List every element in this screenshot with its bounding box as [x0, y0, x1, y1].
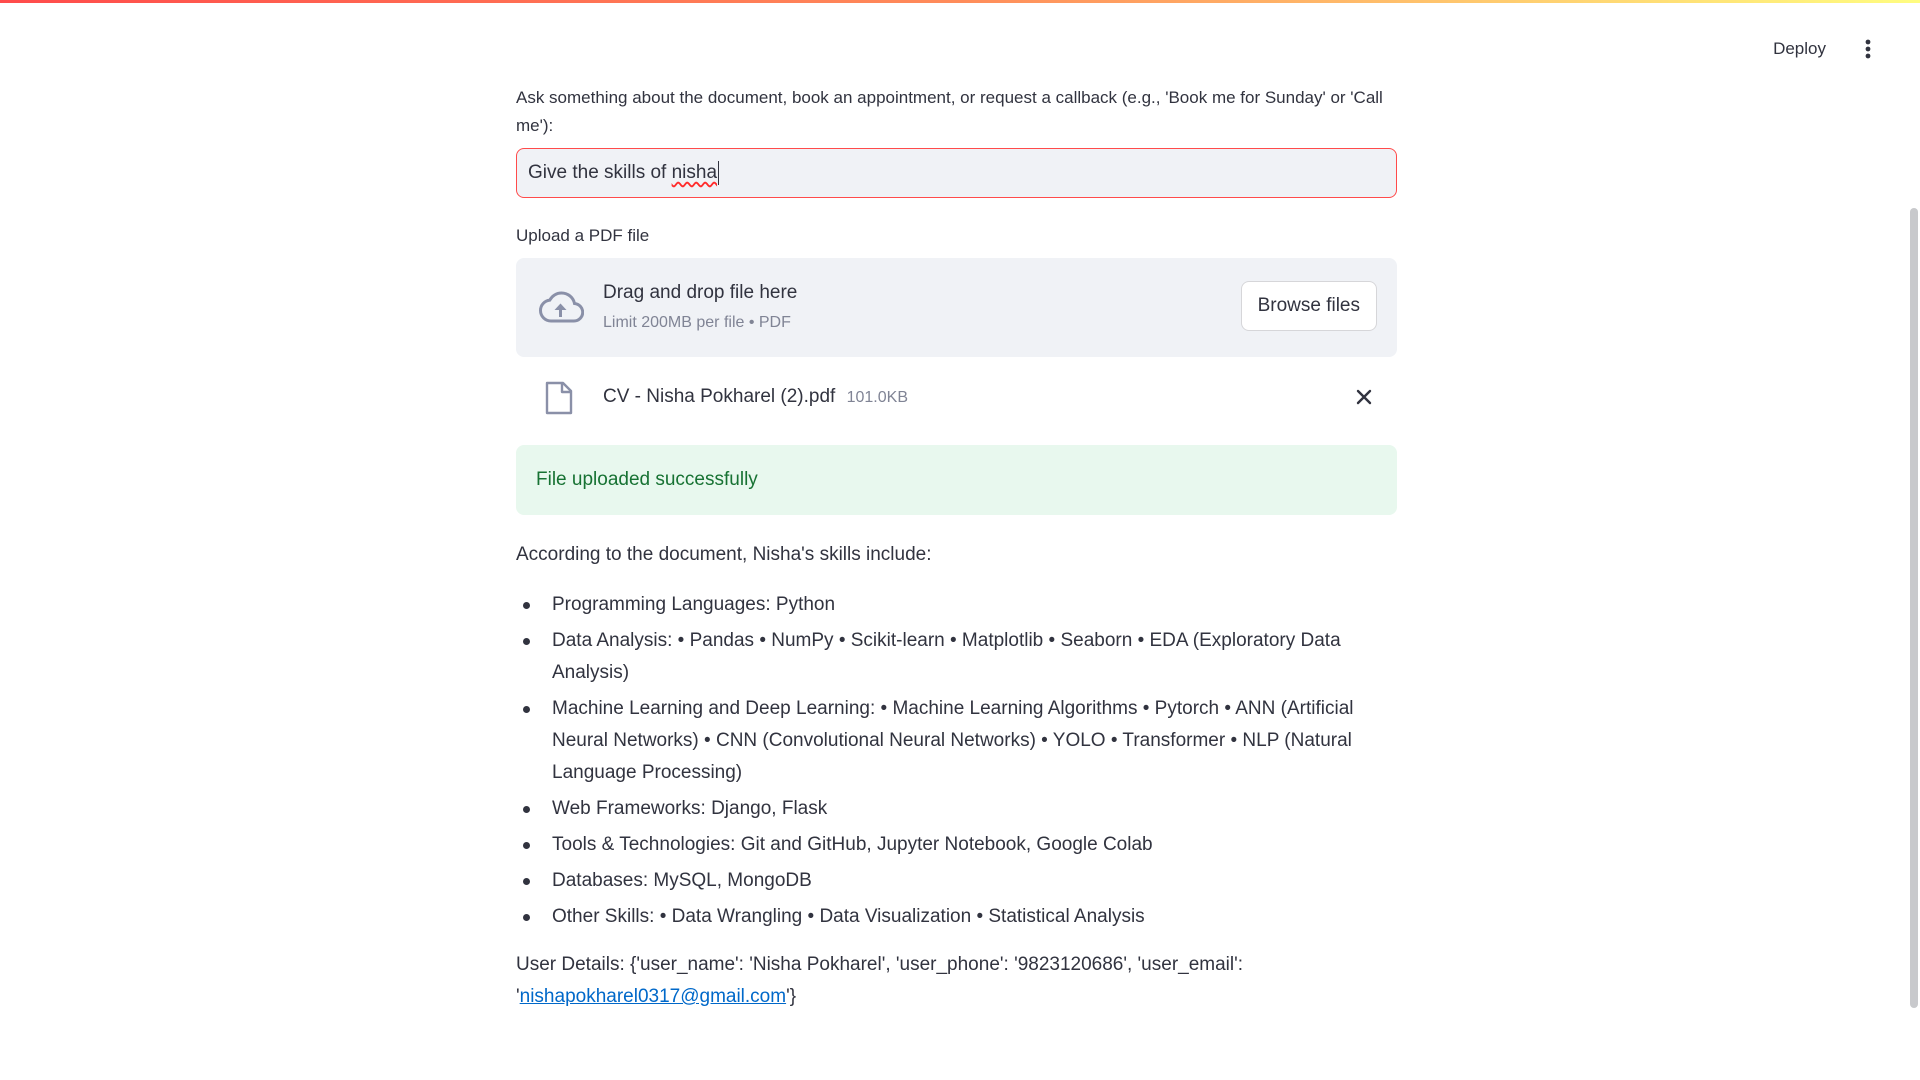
- main-menu-button[interactable]: [1852, 33, 1884, 65]
- query-input-text: Give the skills of: [528, 162, 672, 183]
- list-item: Databases: MySQL, MongoDB: [516, 865, 1397, 897]
- list-item: Web Frameworks: Django, Flask: [516, 793, 1397, 825]
- upload-success-alert: File uploaded successfully: [516, 445, 1397, 515]
- uploaded-file-name-line: CV - Nisha Pokharel (2).pdf 101.0KB: [603, 383, 908, 412]
- skills-list: Programming Languages: Python Data Analy…: [516, 589, 1397, 933]
- user-details-suffix: '}: [786, 986, 797, 1007]
- deploy-button[interactable]: Deploy: [1759, 31, 1840, 67]
- page-scrollbar[interactable]: [1910, 208, 1918, 1008]
- list-item: Other Skills: • Data Wrangling • Data Vi…: [516, 901, 1397, 933]
- uploaded-file-row: CV - Nisha Pokharel (2).pdf 101.0KB: [516, 357, 1397, 437]
- main-content: Ask something about the document, book a…: [516, 84, 1397, 1013]
- list-item: Machine Learning and Deep Learning: • Ma…: [516, 693, 1397, 789]
- file-icon: [545, 381, 573, 415]
- query-input-misspelled-word: nisha: [671, 162, 718, 183]
- uploaded-file-size: 101.0KB: [846, 389, 908, 406]
- uploaded-file-name: CV - Nisha Pokharel (2).pdf: [603, 386, 836, 407]
- upload-label: Upload a PDF file: [516, 226, 650, 245]
- text-caret: [718, 161, 720, 185]
- query-label: Ask something about the document, book a…: [516, 88, 1383, 135]
- list-item: Programming Languages: Python: [516, 589, 1397, 621]
- dropzone-limit: Limit 200MB per file • PDF: [603, 314, 791, 331]
- answer-intro: According to the document, Nisha's skill…: [516, 544, 932, 565]
- dropzone-title: Drag and drop file here: [603, 282, 798, 303]
- user-email-link[interactable]: nishapokharel0317@gmail.com: [520, 986, 786, 1007]
- remove-file-button[interactable]: [1351, 384, 1377, 410]
- list-item: Tools & Technologies: Git and GitHub, Ju…: [516, 829, 1397, 861]
- query-input[interactable]: Give the skills of nisha: [516, 148, 1397, 198]
- vertical-dots-icon: [1865, 39, 1871, 59]
- browse-files-button[interactable]: Browse files: [1240, 281, 1377, 331]
- list-item: Data Analysis: • Pandas • NumPy • Scikit…: [516, 625, 1397, 689]
- cloud-upload-icon: [538, 291, 584, 323]
- close-icon: [1356, 389, 1372, 405]
- file-dropzone[interactable]: Drag and drop file here Limit 200MB per …: [516, 258, 1397, 357]
- user-details: User Details: {'user_name': 'Nisha Pokha…: [516, 949, 1397, 1013]
- app-header: Deploy: [0, 3, 1920, 87]
